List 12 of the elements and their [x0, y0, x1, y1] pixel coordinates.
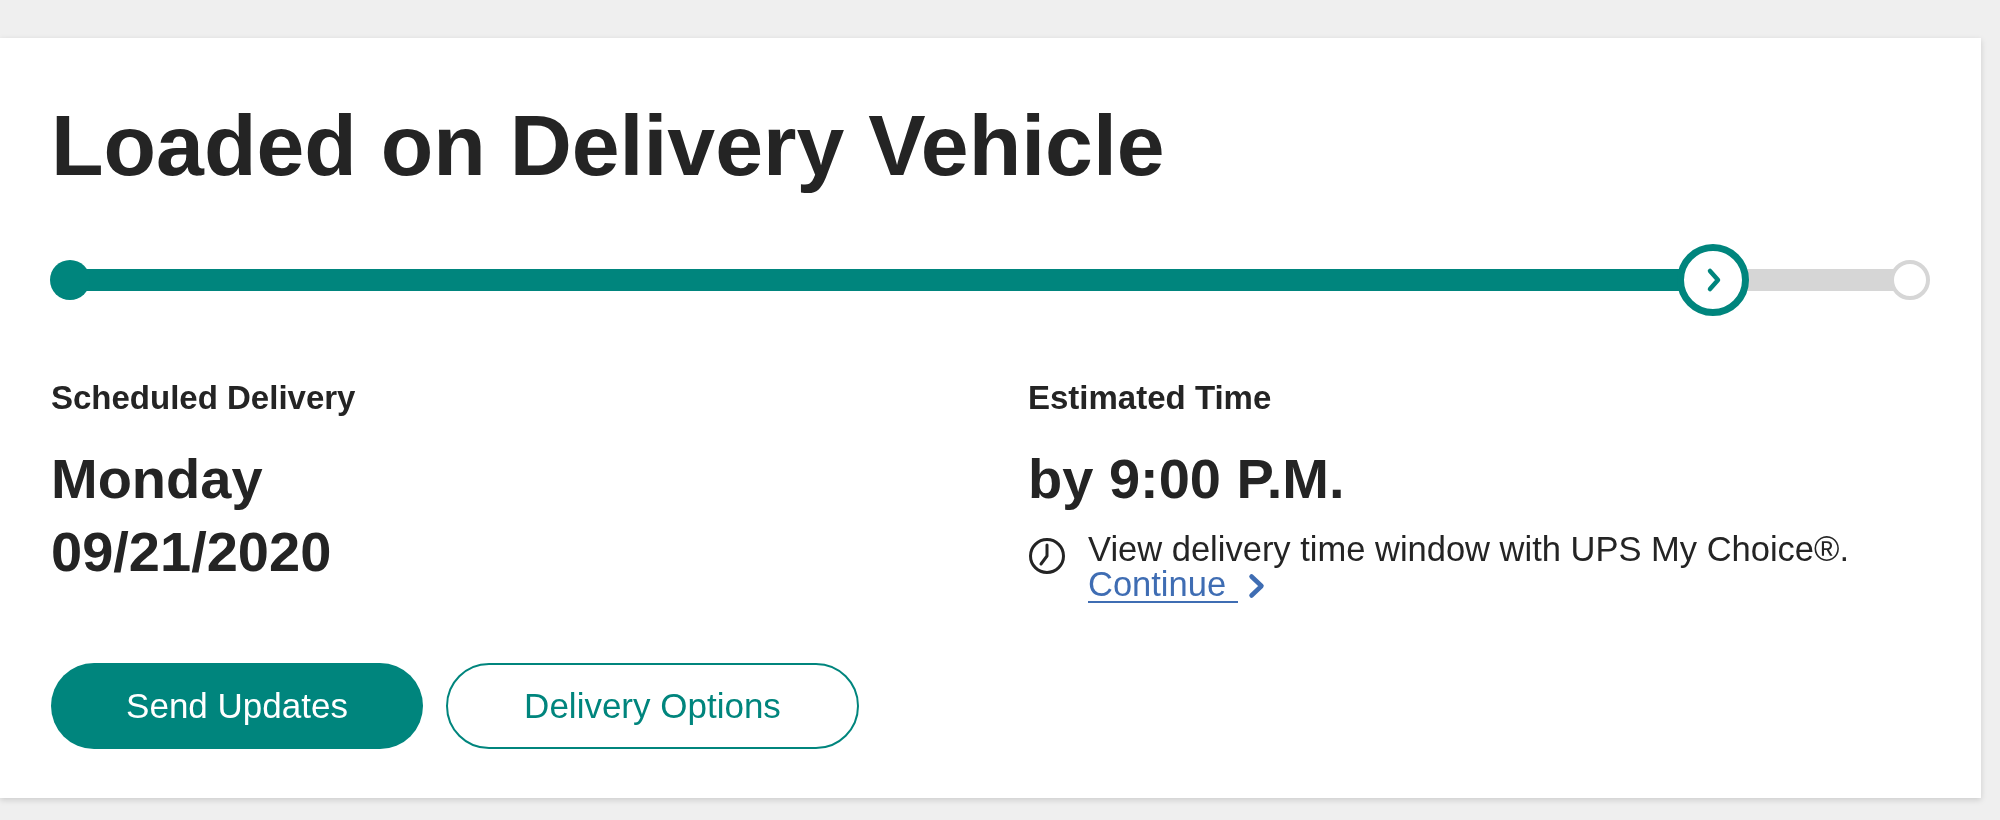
estimated-time-value: by 9:00 P.M.: [1028, 446, 1345, 512]
continue-link[interactable]: Continue: [1088, 568, 1267, 603]
delivery-options-button[interactable]: Delivery Options: [446, 663, 859, 749]
delivery-day: Monday: [51, 442, 263, 515]
chevron-right-icon: [1248, 572, 1267, 599]
status-title: Loaded on Delivery Vehicle: [51, 96, 1165, 195]
delivery-date: 09/21/2020: [51, 519, 332, 585]
scheduled-delivery-label: Scheduled Delivery: [51, 378, 356, 418]
estimated-time-label: Estimated Time: [1028, 378, 1272, 418]
delivery-window-note: View delivery time window with UPS My Choice®.: [1088, 530, 1850, 568]
clock-icon: [1028, 537, 1066, 575]
send-updates-button[interactable]: Send Updates: [51, 663, 423, 749]
